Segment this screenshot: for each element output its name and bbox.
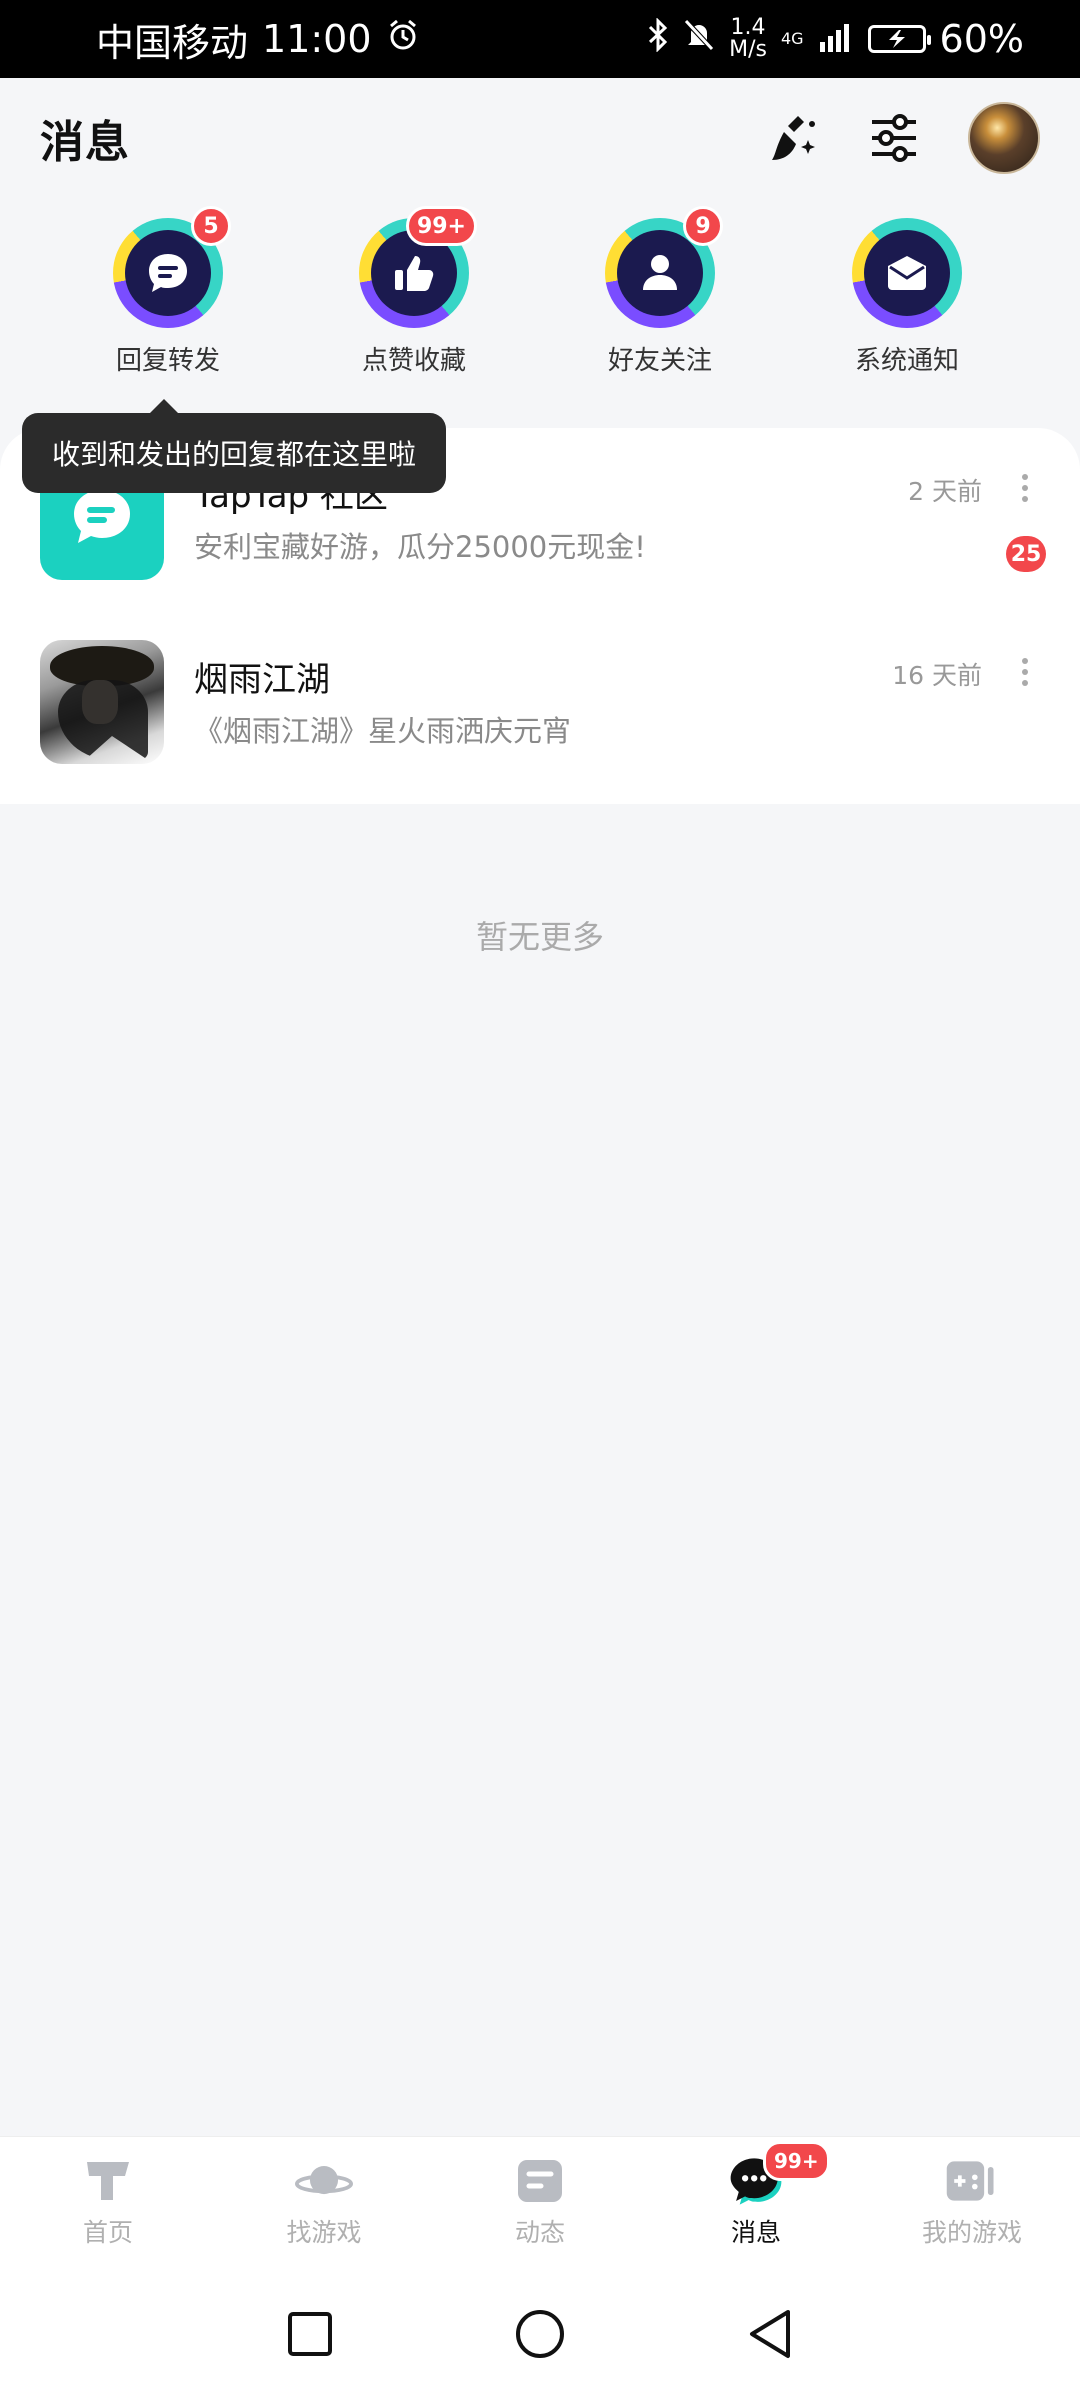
feed-icon (511, 2155, 569, 2207)
taptap-home-icon (79, 2155, 137, 2207)
category-badge: 5 (191, 206, 231, 246)
category-label: 回复转发 (115, 346, 220, 376)
back-button[interactable] (740, 2304, 800, 2364)
page-header: 消息 (0, 78, 1080, 198)
message-preview: 《烟雨江湖》星火雨洒庆元宵 (194, 714, 572, 748)
signal-icon (818, 17, 854, 61)
category-follows[interactable]: 9 好友关注 (560, 206, 760, 377)
bluetooth-icon (647, 17, 669, 61)
nav-my-games[interactable]: 我的游戏 (892, 2155, 1052, 2249)
mute-bell-icon (683, 17, 715, 61)
game-avatar (40, 640, 164, 764)
category-system[interactable]: 系统通知 (807, 218, 1007, 377)
category-replies[interactable]: 5 回复转发 (68, 206, 268, 377)
message-time: 16 天前 (892, 661, 982, 690)
category-likes[interactable]: 99+ 点赞收藏 (314, 206, 514, 377)
nav-badge: 99+ (763, 2141, 830, 2181)
list-end-text: 暂无更多 (475, 918, 604, 956)
message-preview: 安利宝藏好游，瓜分25000元现金! (194, 530, 646, 564)
carrier-name: 中国移动 (96, 20, 249, 65)
message-icon: 99+ (727, 2141, 830, 2207)
category-label: 点赞收藏 (361, 346, 466, 376)
nav-label: 消息 (730, 2218, 781, 2247)
message-title: 烟雨江湖 (194, 660, 330, 700)
filter-settings-icon[interactable] (866, 110, 922, 166)
system-navigation-bar (0, 2268, 1080, 2400)
category-badge: 9 (683, 206, 723, 246)
chat-bubble-icon (125, 230, 211, 316)
message-categories: 5 回复转发 99+ 点赞收藏 9 好友关注 系统通知 (0, 206, 1080, 388)
message-time: 2 天前 (908, 477, 982, 506)
nav-find-games[interactable]: 找游戏 (244, 2155, 404, 2249)
person-icon (617, 230, 703, 316)
category-badge: 99+ (405, 206, 477, 246)
nav-feed[interactable]: 动态 (460, 2155, 620, 2249)
gamepad-icon (943, 2155, 1001, 2207)
clock: 11:00 (262, 17, 372, 61)
nav-label: 我的游戏 (921, 2218, 1022, 2247)
tooltip: 收到和发出的回复都在这里啦 (22, 399, 447, 493)
more-options-icon[interactable] (1020, 658, 1030, 688)
bottom-navigation: 首页 找游戏 动态 99+ 消息 我的游戏 (0, 2136, 1080, 2269)
recent-apps-button[interactable] (280, 2304, 340, 2364)
nav-home[interactable]: 首页 (28, 2155, 188, 2249)
category-label: 好友关注 (607, 346, 712, 376)
nav-label: 首页 (82, 2218, 133, 2247)
page-title: 消息 (40, 117, 130, 168)
nav-messages[interactable]: 99+ 消息 (676, 2141, 836, 2249)
unread-count-badge: 25 (1006, 536, 1046, 572)
network-type: 4G (780, 29, 804, 48)
planet-icon (295, 2155, 353, 2207)
envelope-icon (864, 230, 950, 316)
nav-label: 找游戏 (286, 2218, 362, 2247)
battery-percent: 60% (939, 17, 1024, 61)
list-item[interactable]: 烟雨江湖 《烟雨江湖》星火雨洒庆元宵 16 天前 (0, 612, 1080, 792)
network-speed: 1.4 M/s (729, 15, 767, 62)
nav-label: 动态 (514, 2218, 565, 2247)
home-button[interactable] (510, 2304, 570, 2364)
status-bar: 中国移动 11:00 1.4 M/s 4G 60% (0, 0, 1080, 78)
user-avatar[interactable] (968, 102, 1040, 174)
category-label: 系统通知 (854, 346, 959, 376)
battery-icon (867, 25, 931, 53)
alarm-icon (386, 17, 420, 61)
broom-icon[interactable] (764, 110, 820, 166)
more-options-icon[interactable] (1020, 474, 1030, 504)
